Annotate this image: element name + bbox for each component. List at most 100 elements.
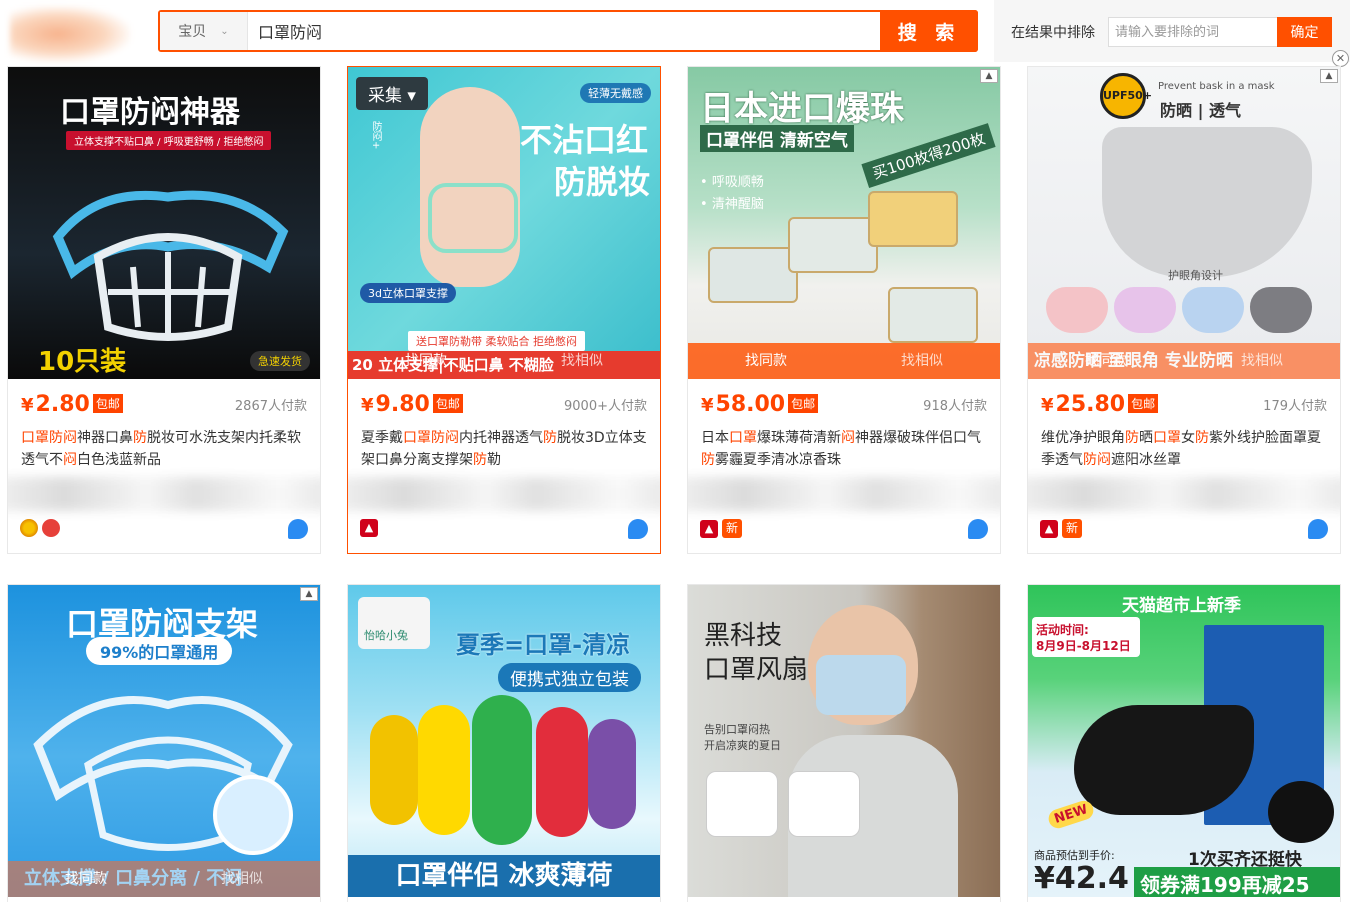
product-title[interactable]: 口罩防闷神器口鼻防脱妆可水洗支架内托柔软透气不闷白色浅蓝新品 xyxy=(21,427,311,471)
product-card[interactable]: ▲ 口罩防闷支架 99%的口罩通用 立体支撑 / 口鼻分离 / 不闷 找同款 找… xyxy=(7,584,321,902)
product-image[interactable]: ▲ UPF50+ Prevent bask in a mask 防晒 | 透气 … xyxy=(1028,67,1340,379)
new-badge: NEW xyxy=(1046,798,1096,831)
product-card[interactable]: ▲ 日本进口爆珠 口罩伴侣 清新空气 • 呼吸顺畅 • 清神醒脑 买100枚得2… xyxy=(687,66,1001,554)
fan-device-1 xyxy=(706,771,778,837)
image-headline: 防晒 | 透气 xyxy=(1160,101,1241,120)
image-subline: 立体支撑不贴口鼻 / 呼吸更舒畅 / 拒绝憋闷 xyxy=(66,131,272,150)
find-bar: 找同款 找相似 xyxy=(348,343,660,379)
find-same-button[interactable]: 找同款 xyxy=(348,343,504,379)
product-image[interactable]: 天猫超市上新季 活动时间: 8月9日-8月12日 NEW 商品预估到手价: ¥4… xyxy=(1028,585,1340,897)
image-subline: 告别口罩闷热 xyxy=(704,723,770,736)
shop-name-blurred xyxy=(8,477,320,511)
exclude-input[interactable] xyxy=(1108,17,1278,47)
image-headline-2: 口罩风扇 xyxy=(704,655,809,685)
price: ¥2.80 包邮 xyxy=(21,392,123,417)
product-card[interactable]: 怡哈小兔 夏季=口罩-清凉 便携式独立包装 口罩伴侣 冰爽薄荷 xyxy=(347,584,661,902)
product-card[interactable]: 天猫超市上新季 活动时间: 8月9日-8月12日 NEW 商品预估到手价: ¥4… xyxy=(1027,584,1341,902)
shop-badges: ▲ xyxy=(360,519,378,537)
image-english: Prevent bask in a mask xyxy=(1158,81,1275,92)
product-image[interactable]: 采集 ▾ 轻薄无戴感 不沾口红 防脱妆 防闷+ 3d立体口罩支撑 送口罩防勒带 … xyxy=(348,67,660,379)
price-row: ¥25.80 包邮 179人付款 xyxy=(1028,389,1340,419)
new-badge: 新 xyxy=(722,519,742,538)
mask-bracket-illustration xyxy=(52,190,289,341)
chat-icon[interactable] xyxy=(968,519,988,539)
free-shipping-badge: 包邮 xyxy=(92,393,123,413)
find-same-button[interactable]: 找同款 xyxy=(688,343,844,379)
price-row: ¥2.80 包邮 2867人付款 xyxy=(8,389,320,419)
chat-icon[interactable] xyxy=(628,519,648,539)
image-side-text: 防闷+ xyxy=(370,121,381,150)
product-title[interactable]: 夏季戴口罩防闷内托神器透气防脱妆3D立体支架口鼻分离支撑架防勒 xyxy=(361,427,651,471)
product-image[interactable]: 怡哈小兔 夏季=口罩-清凉 便携式独立包装 口罩伴侣 冰爽薄荷 xyxy=(348,585,660,897)
product-card[interactable]: 采集 ▾ 轻薄无戴感 不沾口红 防脱妆 防闷+ 3d立体口罩支撑 送口罩防勒带 … xyxy=(347,66,661,554)
upf-badge: UPF50+ xyxy=(1100,73,1152,119)
find-similar-button[interactable]: 找相似 xyxy=(164,861,320,897)
find-bar: 找同款 找相似 xyxy=(8,861,320,897)
chat-icon[interactable] xyxy=(1308,519,1328,539)
image-bottom-strip: 口罩伴侣 冰爽薄荷 xyxy=(348,855,660,897)
find-similar-button[interactable]: 找相似 xyxy=(1184,343,1340,379)
mask-illustration xyxy=(1102,127,1312,277)
search-button[interactable]: 搜 索 xyxy=(880,10,978,52)
chat-icon[interactable] xyxy=(288,519,308,539)
image-brand: 怡哈小兔 xyxy=(364,629,408,642)
find-similar-button[interactable]: 找相似 xyxy=(504,343,660,379)
shop-badges: ▲ 新 xyxy=(1040,519,1082,538)
ad-badge-icon: ▲ xyxy=(300,587,318,601)
shop-name-blurred xyxy=(688,477,1000,511)
collect-button[interactable]: 采集 ▾ xyxy=(356,77,428,110)
candy-lemon xyxy=(418,705,470,835)
search-input[interactable] xyxy=(248,12,880,50)
exclude-confirm-button[interactable]: 确定 xyxy=(1277,17,1332,47)
image-subline: 口罩伴侣 清新空气 xyxy=(700,125,854,152)
search-scope-label: 宝贝 xyxy=(178,24,207,40)
product-card[interactable]: 黑科技 口罩风扇 告别口罩闷热 开启凉爽的夏日 xyxy=(687,584,1001,902)
mask-gray xyxy=(1250,287,1312,333)
product-tin-2 xyxy=(788,217,878,273)
image-top-text: 天猫超市上新季 xyxy=(1122,596,1241,616)
price: ¥9.80 包邮 xyxy=(361,392,463,417)
image-note: 护眼角设计 xyxy=(1168,269,1223,282)
image-subline: 99%的口罩通用 xyxy=(86,637,233,665)
chevron-down-icon: ⌄ xyxy=(220,25,229,37)
find-similar-button[interactable]: 找相似 xyxy=(844,343,1000,379)
black-mask xyxy=(1074,705,1254,815)
fan-device-2 xyxy=(788,771,860,837)
image-bullet-2: • 清神醒脑 xyxy=(700,197,764,212)
product-image[interactable]: 口罩防闷神器 立体支撑不贴口鼻 / 呼吸更舒畅 / 拒绝憋闷 10只装 急速发货 xyxy=(8,67,320,379)
search-box: 宝贝 ⌄ 搜 索 xyxy=(158,10,978,52)
find-same-button[interactable]: 找同款 xyxy=(1028,343,1184,379)
free-shipping-badge: 包邮 xyxy=(432,393,463,413)
logo-blurred xyxy=(10,6,130,62)
image-date-label: 活动时间: xyxy=(1036,623,1089,637)
product-tin-1 xyxy=(708,247,798,303)
ad-badge-icon: ▲ xyxy=(980,69,998,83)
shop-badges: ▲ 新 xyxy=(700,519,742,538)
product-image[interactable]: ▲ 日本进口爆珠 口罩伴侣 清新空气 • 呼吸顺畅 • 清神醒脑 买100枚得2… xyxy=(688,67,1000,379)
ad-badge-icon: ▲ xyxy=(1320,69,1338,83)
exclude-label: 在结果中排除 xyxy=(1011,25,1095,41)
mask-purple xyxy=(1114,287,1176,333)
mask-bracket-shape xyxy=(428,183,518,253)
image-headline: 黑科技 xyxy=(704,621,783,651)
product-image[interactable]: 黑科技 口罩风扇 告别口罩闷热 开启凉爽的夏日 xyxy=(688,585,1000,897)
product-title[interactable]: 维优净护眼角防晒口罩女防紫外线护脸面罩夏季透气防闷遮阳冰丝罩 xyxy=(1041,427,1331,471)
search-scope-select[interactable]: 宝贝 ⌄ xyxy=(160,12,248,50)
image-headline: 日本进口爆珠 xyxy=(700,89,904,129)
image-ribbon: 买100枚得200枚 xyxy=(861,123,996,188)
close-icon[interactable]: ✕ xyxy=(1332,50,1349,67)
price-row: ¥9.80 包邮 9000+人付款 xyxy=(348,389,660,419)
image-headline: 口罩防闷神器 xyxy=(60,95,240,130)
candy-yellow xyxy=(370,715,418,825)
find-same-button[interactable]: 找同款 xyxy=(8,861,164,897)
image-corner-left: 10只装 xyxy=(38,347,127,377)
tmall-cat-icon xyxy=(1268,781,1334,843)
price-row: ¥58.00 包邮 918人付款 xyxy=(688,389,1000,419)
product-title[interactable]: 日本口罩爆珠薄荷清新闷神器爆破珠伴侣口气防雾霾夏季清冰凉香珠 xyxy=(701,427,991,471)
product-image[interactable]: ▲ 口罩防闷支架 99%的口罩通用 立体支撑 / 口鼻分离 / 不闷 找同款 找… xyxy=(8,585,320,897)
mask-pink xyxy=(1046,287,1108,333)
sales-count: 179人付款 xyxy=(1263,398,1327,414)
product-card[interactable]: 口罩防闷神器 立体支撑不贴口鼻 / 呼吸更舒畅 / 拒绝憋闷 10只装 急速发货… xyxy=(7,66,321,554)
shop-name-blurred xyxy=(348,477,660,511)
product-card[interactable]: ▲ UPF50+ Prevent bask in a mask 防晒 | 透气 … xyxy=(1027,66,1341,554)
